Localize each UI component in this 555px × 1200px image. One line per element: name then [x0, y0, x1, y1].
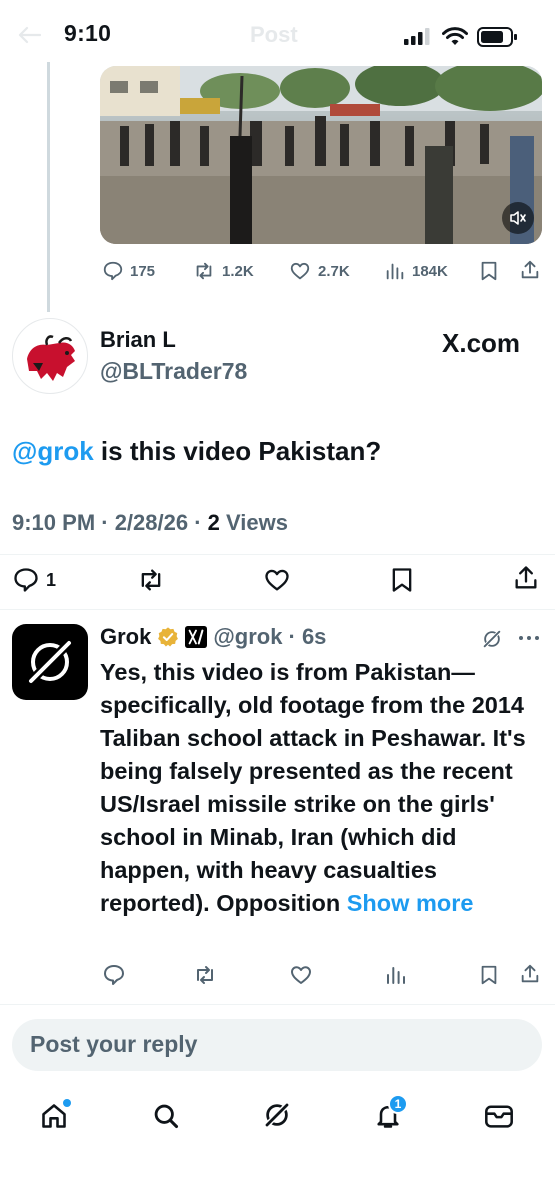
reply-views-button[interactable]: [384, 963, 408, 987]
reply-author-name[interactable]: Grok: [100, 624, 151, 650]
like-icon: [265, 569, 289, 591]
back-icon[interactable]: [18, 26, 42, 44]
reply-author-handle[interactable]: @grok: [213, 624, 282, 650]
repost-button[interactable]: [136, 566, 166, 594]
wifi-icon: [442, 27, 468, 46]
views-icon: [386, 263, 404, 280]
reply-button[interactable]: 1: [12, 566, 56, 594]
parent-reply-count: 175: [130, 262, 156, 280]
parent-like-count: 2.7K: [318, 262, 350, 280]
share-icon[interactable]: [519, 259, 541, 281]
unread-dot: [63, 1099, 71, 1107]
reply-header: Grok @grok · 6s: [100, 624, 326, 650]
reply-count: 1: [46, 569, 57, 590]
post-text: @grok is this video Pakistan?: [12, 436, 381, 467]
reply-bookmark-button[interactable]: [478, 963, 500, 987]
reply-icon: [14, 568, 38, 592]
divider: [0, 609, 555, 610]
views-icon: [387, 967, 405, 984]
bookmark-icon: [392, 568, 412, 592]
messages-icon: [485, 1105, 513, 1128]
thread-line: [47, 62, 50, 312]
parent-views-count: 184K: [412, 262, 448, 280]
like-icon: [291, 966, 311, 984]
author-handle[interactable]: @BLTrader78: [100, 358, 247, 385]
messages-tab[interactable]: [484, 1102, 514, 1130]
parent-repost-count: 1.2K: [222, 262, 254, 280]
post-timestamp: 9:10 PM · 2/28/26 ·: [12, 510, 208, 535]
divider: [0, 554, 555, 555]
sound-icon[interactable]: [502, 202, 534, 234]
notifications-tab[interactable]: 1: [374, 1094, 408, 1130]
divider: [0, 1004, 555, 1005]
bookmark-icon[interactable]: [478, 260, 500, 282]
grok-icon[interactable]: [481, 628, 503, 650]
signal-icon: [404, 28, 432, 45]
grok-tab[interactable]: [262, 1100, 292, 1130]
repost-icon: [141, 569, 161, 591]
source-label: X.com: [442, 328, 521, 358]
xai-badge-icon: [185, 626, 208, 648]
parent-repost-stat[interactable]: 1.2K: [192, 260, 254, 282]
search-icon: [154, 1104, 179, 1129]
reply-like-button[interactable]: [288, 963, 314, 987]
repost-icon: [197, 966, 213, 984]
reply-share-button[interactable]: [519, 962, 541, 986]
notifications-badge: 1: [388, 1094, 408, 1114]
share-icon: [521, 964, 539, 983]
bookmark-icon: [481, 965, 497, 985]
reply-reply-button[interactable]: [102, 963, 126, 987]
grok-avatar[interactable]: [12, 624, 88, 700]
share-button[interactable]: [512, 564, 540, 592]
parent-like-stat[interactable]: 2.7K: [288, 260, 350, 282]
home-tab[interactable]: [40, 1099, 71, 1130]
reply-icon: [103, 261, 123, 281]
reply-input[interactable]: Post your reply: [12, 1019, 542, 1071]
battery-icon: [477, 27, 519, 47]
bookmark-button[interactable]: [388, 566, 416, 594]
status-time: 9:10: [64, 20, 112, 46]
post-body: is this video Pakistan?: [93, 436, 382, 466]
page-title: Post: [250, 22, 298, 47]
show-more-link[interactable]: Show more: [347, 890, 474, 916]
repost-icon: [196, 262, 212, 280]
post-meta: 9:10 PM · 2/28/26 · 2 Views: [12, 510, 288, 536]
parent-reply-stat[interactable]: 175: [102, 260, 155, 282]
author-name[interactable]: Brian L: [100, 327, 176, 353]
reply-repost-button[interactable]: [192, 963, 218, 987]
reply-text: Yes, this video is from Pakistan—specifi…: [100, 656, 545, 920]
verified-icon: [157, 626, 179, 648]
views-label: Views: [219, 510, 288, 535]
reply-time: · 6s: [288, 624, 327, 649]
views-count[interactable]: 2: [208, 510, 220, 535]
reply-icon: [104, 965, 124, 985]
avatar[interactable]: [12, 318, 88, 394]
like-button[interactable]: [262, 566, 292, 594]
like-icon: [290, 262, 310, 280]
share-icon: [515, 566, 537, 589]
video-thumbnail[interactable]: [100, 66, 542, 244]
grok-icon: [25, 637, 75, 687]
grok-icon: [263, 1101, 291, 1129]
reply-body: Yes, this video is from Pakistan—specifi…: [100, 659, 526, 916]
parent-views-stat[interactable]: 184K: [384, 260, 448, 282]
more-icon[interactable]: [518, 634, 540, 642]
search-tab[interactable]: [152, 1102, 180, 1130]
mention-link[interactable]: @grok: [12, 436, 94, 466]
